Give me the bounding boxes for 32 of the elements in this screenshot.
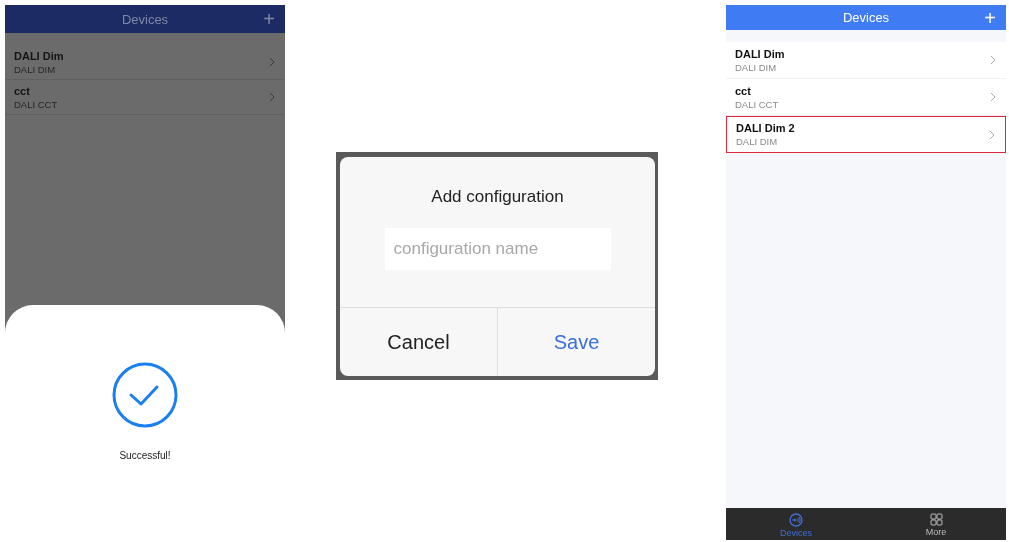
chevron-right-icon	[990, 55, 996, 65]
dialog-title: Add configuration	[430, 187, 565, 207]
device-type: DALI CCT	[735, 98, 780, 110]
chevron-right-icon	[989, 129, 995, 140]
header-title: Devices	[842, 10, 890, 25]
configuration-name-field[interactable]: configuration name	[384, 228, 611, 270]
device-row[interactable]: DALI Dim 2 DALI DIM	[726, 116, 1006, 153]
device-name: DALI Dim	[14, 49, 65, 62]
header-title: Devices	[121, 11, 169, 27]
tab[interactable]: Devices	[726, 508, 866, 540]
check-circle-icon	[112, 362, 178, 428]
success-message: Successful!	[119, 450, 171, 461]
device-type: DALI DIM	[736, 136, 779, 147]
chevron-right-icon	[990, 92, 996, 102]
device-type: DALI DIM	[14, 63, 57, 75]
add-button[interactable]: +	[259, 9, 279, 29]
grid-icon	[929, 513, 943, 526]
save-button[interactable]: Save	[497, 308, 655, 376]
add-button[interactable]: +	[980, 7, 1000, 28]
device-row[interactable]: cct DALI CCT	[726, 79, 1006, 116]
device-row[interactable]: DALI Dim DALI DIM	[726, 42, 1006, 79]
device-type: DALI CCT	[14, 98, 59, 110]
device-name: DALI Dim 2	[736, 122, 796, 134]
device-name: cct	[14, 84, 31, 97]
chevron-right-icon	[269, 92, 275, 102]
cancel-button[interactable]: Cancel	[340, 308, 497, 376]
device-name: DALI Dim	[735, 47, 786, 60]
signal-circle-icon	[789, 512, 803, 527]
tab[interactable]: More	[866, 508, 1006, 540]
device-name: cct	[735, 84, 752, 97]
device-type: DALI DIM	[735, 61, 778, 73]
chevron-right-icon	[269, 57, 275, 67]
